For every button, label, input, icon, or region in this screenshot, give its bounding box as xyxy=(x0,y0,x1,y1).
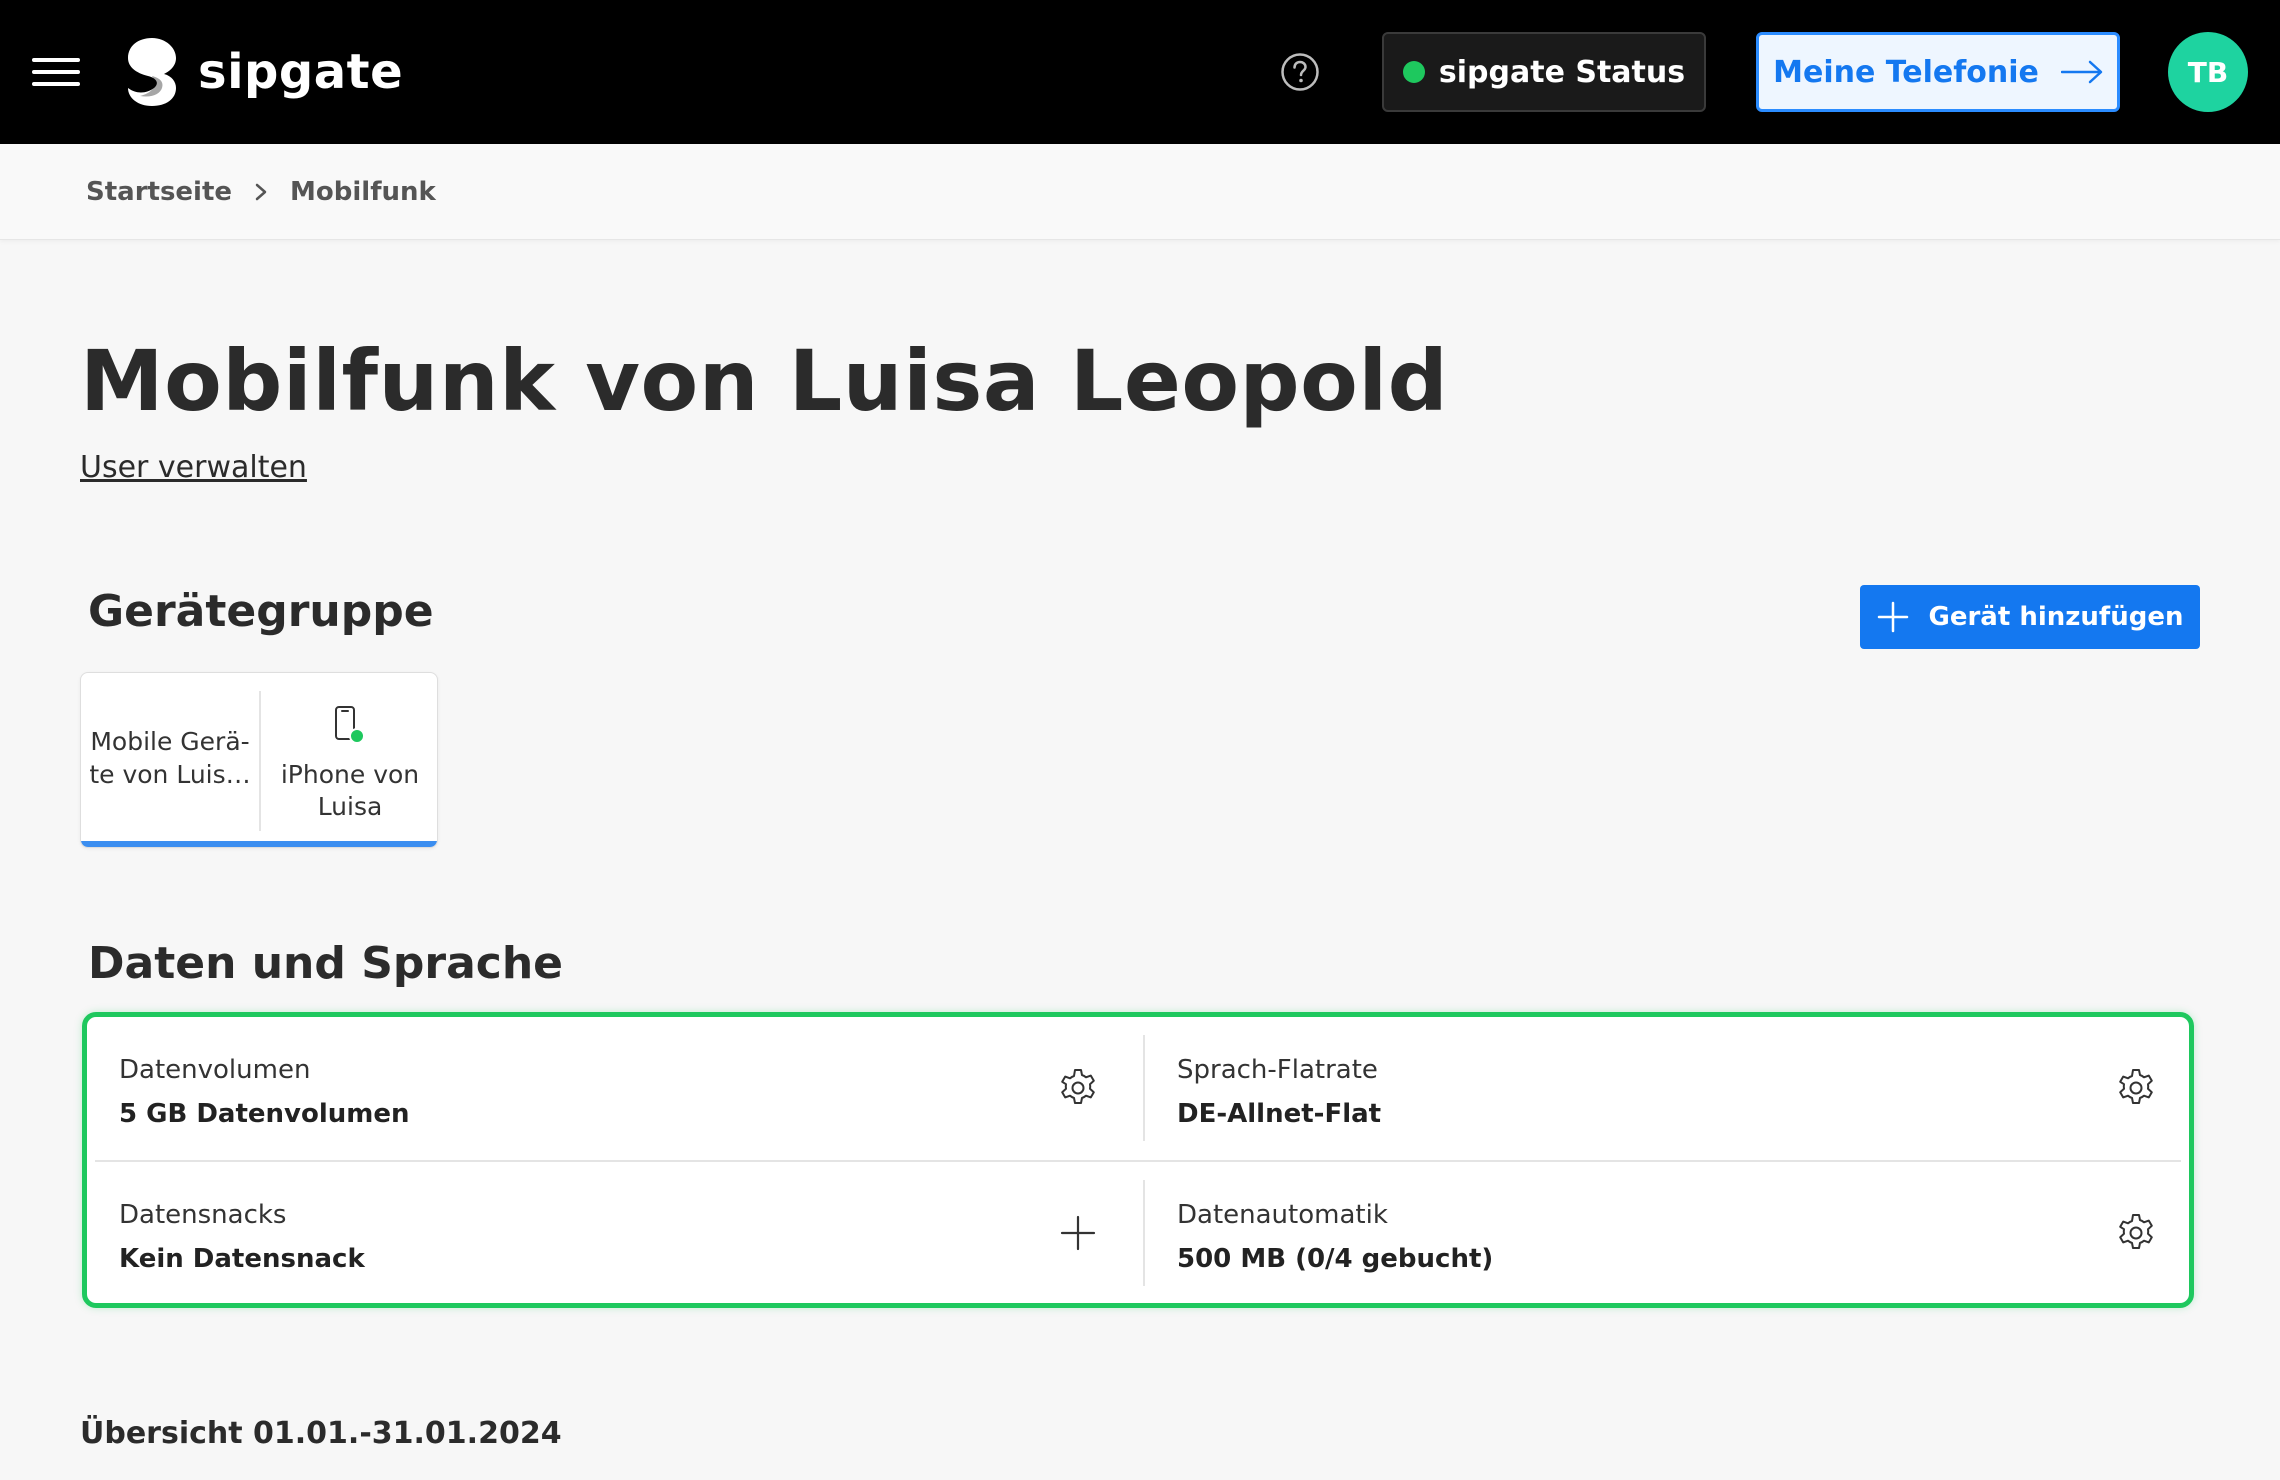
device-group-tab[interactable]: Mobile Gerä- te von Luis… xyxy=(81,673,259,843)
status-label: sipgate Status xyxy=(1438,54,1686,90)
page-title: Mobilfunk von Luisa Leopold xyxy=(80,332,1449,430)
sipgate-logo-icon xyxy=(128,38,176,106)
sipgate-status-button[interactable]: sipgate Status xyxy=(1382,32,1706,112)
arrow-right-icon xyxy=(2060,60,2103,84)
voice-flatrate-cell: Sprach-Flatrate DE-Allnet-Flat xyxy=(1145,1017,2201,1160)
device-group-card[interactable]: Mobile Gerä- te von Luis… iPhone von Lui… xyxy=(80,672,438,848)
voice-flatrate-value: DE-Allnet-Flat xyxy=(1177,1099,1382,1129)
data-volume-label: Datenvolumen xyxy=(119,1055,311,1085)
data-speech-title: Daten und Sprache xyxy=(88,938,564,989)
data-automatic-label: Datenautomatik xyxy=(1177,1200,1388,1230)
group-label-line1: Mobile Gerä- xyxy=(90,727,250,756)
breadcrumb: Startseite Mobilfunk xyxy=(0,144,2280,240)
telefonie-label: Meine Telefonie xyxy=(1773,54,2039,90)
sipgate-logo[interactable]: sipgate xyxy=(126,36,403,108)
chevron-right-icon xyxy=(254,182,268,202)
data-snacks-value: Kein Datensnack xyxy=(119,1244,365,1274)
help-icon[interactable] xyxy=(1280,52,1320,92)
meine-telefonie-button[interactable]: Meine Telefonie xyxy=(1756,32,2120,112)
active-tab-indicator xyxy=(81,841,437,847)
gear-icon[interactable] xyxy=(2115,1067,2157,1109)
device-name-line2: Luisa xyxy=(317,792,383,821)
add-device-label: Gerät hinzufügen xyxy=(1928,602,2184,632)
plus-icon xyxy=(1877,601,1908,633)
gear-icon[interactable] xyxy=(1057,1067,1099,1109)
breadcrumb-item-mobilfunk: Mobilfunk xyxy=(290,176,436,207)
device-item-iphone[interactable]: iPhone von Luisa xyxy=(261,673,437,843)
group-label-line2: te von Luis… xyxy=(89,760,251,789)
data-volume-cell: Datenvolumen 5 GB Datenvolumen xyxy=(87,1017,1143,1160)
gear-icon[interactable] xyxy=(2115,1212,2157,1254)
plus-icon[interactable] xyxy=(1057,1212,1099,1254)
manage-users-link[interactable]: User verwalten xyxy=(80,450,307,485)
data-automatic-cell: Datenautomatik 500 MB (0/4 gebucht) xyxy=(1145,1162,2201,1305)
data-volume-value: 5 GB Datenvolumen xyxy=(119,1099,410,1129)
top-bar: sipgate sipgate Status Meine Telefonie T… xyxy=(0,0,2280,144)
logo-text: sipgate xyxy=(198,44,404,100)
data-snacks-cell: Datensnacks Kein Datensnack xyxy=(87,1162,1143,1305)
data-speech-panel: Datenvolumen 5 GB Datenvolumen Sprach-Fl… xyxy=(82,1012,2194,1308)
overview-title: Übersicht 01.01.-31.01.2024 xyxy=(80,1416,562,1451)
column-divider xyxy=(1143,1180,1145,1286)
device-group-title: Gerätegruppe xyxy=(88,586,434,637)
breadcrumb-item-startseite[interactable]: Startseite xyxy=(86,177,232,207)
status-dot-icon xyxy=(1402,61,1425,83)
device-name-line1: iPhone von xyxy=(280,760,420,789)
voice-flatrate-label: Sprach-Flatrate xyxy=(1177,1055,1378,1085)
menu-icon[interactable] xyxy=(32,58,80,86)
row-divider xyxy=(95,1160,2181,1162)
add-device-button[interactable]: Gerät hinzufügen xyxy=(1860,585,2200,649)
avatar[interactable]: TB xyxy=(2168,32,2248,112)
phone-icon xyxy=(335,706,365,744)
data-automatic-value: 500 MB (0/4 gebucht) xyxy=(1177,1244,1494,1274)
column-divider xyxy=(1143,1035,1145,1141)
data-snacks-label: Datensnacks xyxy=(119,1200,287,1230)
